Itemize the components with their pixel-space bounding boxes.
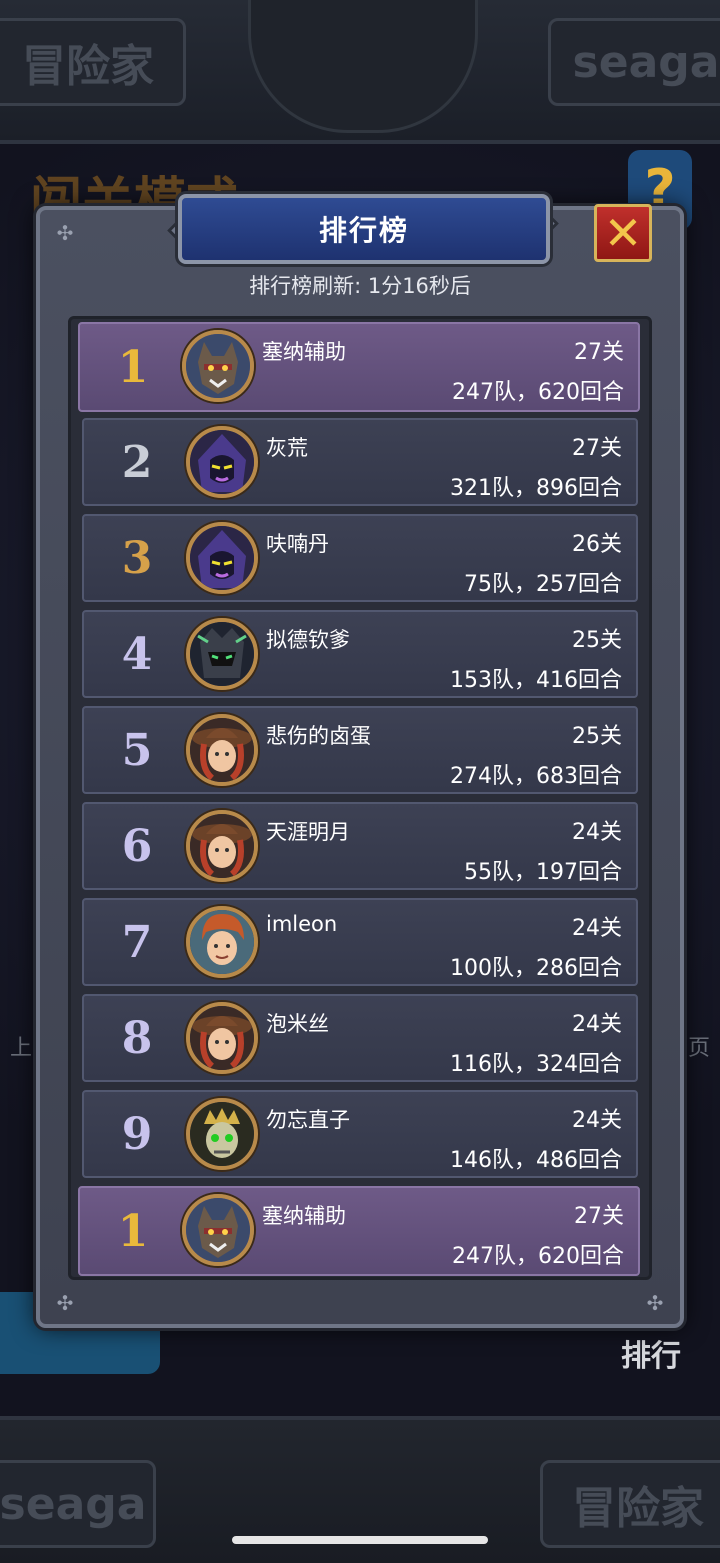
corner-ornament-icon: ✣ [56,221,74,245]
cowgirl-avatar[interactable] [186,810,258,882]
close-x-icon: ✕ [603,206,643,260]
player-name: 灰荒 [266,436,308,460]
stage-level: 24关 [572,820,622,845]
leaderboard-row[interactable]: 9 勿忘直子 24关 146队，486回合 [82,1090,638,1178]
skeleton-king-avatar[interactable] [186,1098,258,1170]
rank-number: 9 [121,1108,153,1160]
stage-level: 25关 [572,724,622,749]
prev-page-label[interactable]: 上 [10,1030,32,1062]
dark-knight-avatar[interactable] [186,618,258,690]
player-name: 呋喃丹 [266,532,329,556]
home-indicator[interactable] [232,1536,488,1544]
stage-level: 24关 [572,1108,622,1133]
leaderboard-row[interactable]: 1 塞纳辅助 27关 247队，620回合 [78,322,640,412]
team-round-stats: 75队，257回合 [464,572,622,597]
top-header-bar: 冒险家 seaga [0,0,720,144]
leaderboard-row[interactable]: 7 imleon 24关 100队，286回合 [82,898,638,986]
rank-number: 1 [117,1205,149,1257]
werewolf-avatar[interactable] [182,330,254,402]
bottom-left-plate: seaga [0,1460,156,1548]
team-round-stats: 247队，620回合 [452,1244,624,1269]
team-round-stats: 321队，896回合 [450,476,622,501]
stage-level: 26关 [572,532,622,557]
refresh-countdown: 排行榜刷新: 1分16秒后 [249,274,471,298]
top-left-plate: 冒险家 [0,18,186,106]
my-rank-row[interactable]: 1 塞纳辅助 27关 247队，620回合 [78,1186,640,1276]
next-page-label[interactable]: 页 [688,1030,710,1062]
rank-number: 1 [117,341,149,393]
cowgirl-avatar[interactable] [186,714,258,786]
cowgirl-avatar[interactable] [186,1002,258,1074]
leaderboard-row[interactable]: 4 拟德钦爹 25关 153队，416回合 [82,610,638,698]
player-name: 勿忘直子 [266,1108,350,1132]
player-name: 塞纳辅助 [262,340,346,364]
corner-ornament-icon: ✣ [646,1291,664,1315]
hooded-mage-avatar[interactable] [186,426,258,498]
leaderboard-row[interactable]: 8 泡米丝 24关 116队，324回合 [82,994,638,1082]
top-emblem [248,0,478,133]
hooded-mage-avatar[interactable] [186,522,258,594]
rank-number: 5 [121,724,153,776]
player-name: imleon [266,912,338,936]
player-name: 悲伤的卤蛋 [266,724,371,748]
rank-number: 8 [121,1012,153,1064]
team-round-stats: 55队，197回合 [464,860,622,885]
team-round-stats: 100队，286回合 [450,956,622,981]
leaderboard-row[interactable]: 2 灰荒 27关 321队，896回合 [82,418,638,506]
player-name: 天涯明月 [266,820,350,844]
close-button[interactable]: ✕ [594,204,652,262]
rank-number: 2 [121,436,153,488]
werewolf-avatar[interactable] [182,1194,254,1266]
stage-level: 27关 [574,340,624,365]
team-round-stats: 247队，620回合 [452,380,624,405]
stage-level: 24关 [572,916,622,941]
stage-level: 27关 [572,436,622,461]
red-hair-boy-avatar[interactable] [186,906,258,978]
top-right-plate: seaga [548,18,720,106]
leaderboard-row[interactable]: 3 呋喃丹 26关 75队，257回合 [82,514,638,602]
leaderboard-row[interactable]: 6 天涯明月 24关 55队，197回合 [82,802,638,890]
rank-button[interactable]: 排行 [596,1322,706,1392]
stage-level: 25关 [572,628,622,653]
player-name: 拟德钦爹 [266,628,350,652]
rank-number: 7 [121,916,153,968]
team-round-stats: 153队，416回合 [450,668,622,693]
player-name: 泡米丝 [266,1012,329,1036]
corner-ornament-icon: ✣ [56,1291,74,1315]
dialog-title: 排行榜 [178,194,550,264]
team-round-stats: 116队，324回合 [450,1052,622,1077]
bottom-right-plate: 冒险家 [540,1460,720,1548]
rank-number: 4 [121,628,153,680]
stage-level: 27关 [574,1204,624,1229]
stage-level: 24关 [572,1012,622,1037]
rank-number: 3 [121,532,153,584]
leaderboard-row[interactable]: 5 悲伤的卤蛋 25关 274队，683回合 [82,706,638,794]
team-round-stats: 146队，486回合 [450,1148,622,1173]
team-round-stats: 274队，683回合 [450,764,622,789]
rank-number: 6 [121,820,153,872]
player-name: 塞纳辅助 [262,1204,346,1228]
